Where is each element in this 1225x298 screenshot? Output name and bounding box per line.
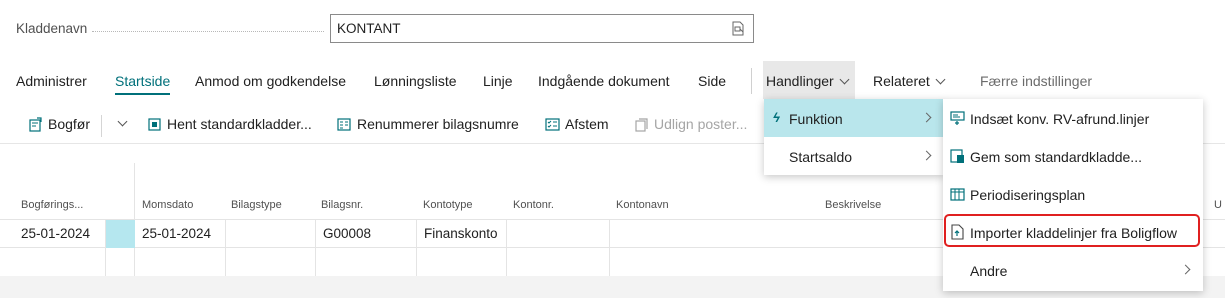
get-standard-journals-label: Hent standardkladder... [167, 116, 312, 132]
field-leader-dots [92, 31, 324, 32]
column-header-document-type[interactable]: Bilagstype [231, 199, 282, 211]
import-document-icon [951, 224, 964, 240]
grid-divider [609, 219, 610, 276]
apply-entries-label: Udlign poster... [654, 116, 748, 132]
reconcile-icon [545, 117, 560, 131]
post-button[interactable]: Bogfør [28, 116, 90, 132]
menu-item-deferral-schedule[interactable]: Periodiseringsplan [943, 175, 1203, 213]
column-header-document-no[interactable]: Bilagsnr. [321, 199, 363, 211]
chevron-right-icon [1180, 264, 1191, 275]
grid-divider [225, 219, 226, 276]
tab-anmod-om-godkendelse[interactable]: Anmod om godkendelse [195, 73, 346, 89]
journal-name-value: KONTANT [337, 21, 401, 36]
apply-entries-icon [635, 117, 648, 132]
column-header-vat-date[interactable]: Momsdato [142, 199, 193, 211]
fewer-options-button[interactable]: Færre indstillinger [980, 73, 1092, 89]
menu-item-funktion[interactable]: ϟ Funktion [764, 99, 944, 137]
cell-posting-date[interactable]: 25-01-2024 [21, 226, 90, 241]
insert-lines-icon [950, 111, 965, 125]
tab-handlinger-label: Handlinger [766, 73, 834, 89]
grid-divider [506, 219, 507, 276]
toolbar-divider [101, 115, 102, 137]
get-standard-journals-button[interactable]: Hent standardkladder... [147, 116, 312, 132]
cell-account-type[interactable]: Finanskonto [424, 226, 498, 241]
menu-item-andre[interactable]: Andre [943, 251, 1203, 289]
menu-item-label: Andre [970, 263, 1008, 279]
tab-handlinger[interactable]: Handlinger [766, 73, 850, 89]
journal-name-label: Kladdenavn [16, 21, 88, 36]
tab-linje[interactable]: Linje [483, 73, 513, 89]
action-bar: Administrer Startside Anmod om godkendel… [0, 61, 1225, 99]
nav-divider [751, 68, 752, 94]
reconcile-label: Afstem [565, 116, 609, 132]
tab-relateret-label: Relateret [873, 73, 930, 89]
post-label: Bogfør [48, 116, 91, 132]
chevron-down-icon[interactable] [117, 116, 128, 127]
funktion-submenu: Indsæt konv. RV-afrund.linjer Gem som st… [943, 99, 1203, 291]
tab-lonningsliste[interactable]: Lønningsliste [374, 73, 457, 89]
column-header-partial[interactable]: U [1214, 199, 1222, 211]
menu-item-label: Periodiseringsplan [970, 187, 1086, 203]
renumber-documents-label: Renummerer bilagsnumre [357, 116, 519, 132]
lightning-icon: ϟ [773, 110, 780, 125]
chevron-right-icon [921, 112, 932, 123]
standard-journal-icon [148, 117, 161, 131]
handlinger-menu: ϟ Funktion Startsaldo [764, 99, 944, 175]
apply-entries-button[interactable]: Udlign poster... [634, 116, 747, 132]
renumber-documents-button[interactable]: Renummerer bilagsnumre [337, 116, 519, 132]
chevron-down-icon [935, 74, 946, 85]
tab-side[interactable]: Side [698, 73, 726, 89]
menu-item-label: Importer kladdelinjer fra Boligflow [970, 225, 1177, 241]
grid-divider [416, 219, 417, 276]
tab-startside[interactable]: Startside [115, 73, 171, 95]
cell-document-no[interactable]: G00008 [323, 226, 371, 241]
row-selector-cell[interactable] [106, 220, 135, 248]
save-journal-icon [950, 149, 964, 163]
journal-name-row: Kladdenavn KONTANT [0, 0, 1225, 60]
menu-item-import-boligflow[interactable]: Importer kladdelinjer fra Boligflow [943, 213, 1203, 251]
journal-name-input[interactable]: KONTANT [330, 14, 754, 43]
tab-administrer[interactable]: Administrer [16, 73, 87, 89]
menu-item-label: Gem som standardkladde... [970, 149, 1142, 165]
chevron-down-icon [839, 74, 850, 85]
post-icon [29, 116, 42, 132]
tab-relateret[interactable]: Relateret [873, 73, 946, 89]
renumber-icon [337, 117, 351, 131]
column-header-account-no[interactable]: Kontonr. [513, 199, 554, 211]
cell-vat-date[interactable]: 25-01-2024 [142, 226, 211, 241]
menu-item-insert-rounding-lines[interactable]: Indsæt konv. RV-afrund.linjer [943, 99, 1203, 137]
menu-item-startsaldo-label: Startsaldo [789, 149, 853, 165]
chevron-right-icon [921, 150, 932, 161]
menu-item-startsaldo[interactable]: Startsaldo [764, 137, 944, 175]
column-header-account-type[interactable]: Kontotype [423, 199, 473, 211]
menu-item-label: Indsæt konv. RV-afrund.linjer [970, 111, 1150, 127]
schedule-icon [950, 188, 965, 201]
menu-item-save-standard-journal[interactable]: Gem som standardkladde... [943, 137, 1203, 175]
lookup-icon[interactable] [731, 21, 745, 36]
reconcile-button[interactable]: Afstem [545, 116, 609, 132]
tab-indgaaende-dokument[interactable]: Indgående dokument [538, 73, 670, 89]
menu-item-funktion-label: Funktion [789, 111, 843, 127]
column-header-posting-date[interactable]: Bogførings... [21, 199, 83, 211]
column-header-account-name[interactable]: Kontonavn [616, 199, 669, 211]
column-header-description[interactable]: Beskrivelse [825, 199, 881, 211]
grid-divider [315, 219, 316, 276]
